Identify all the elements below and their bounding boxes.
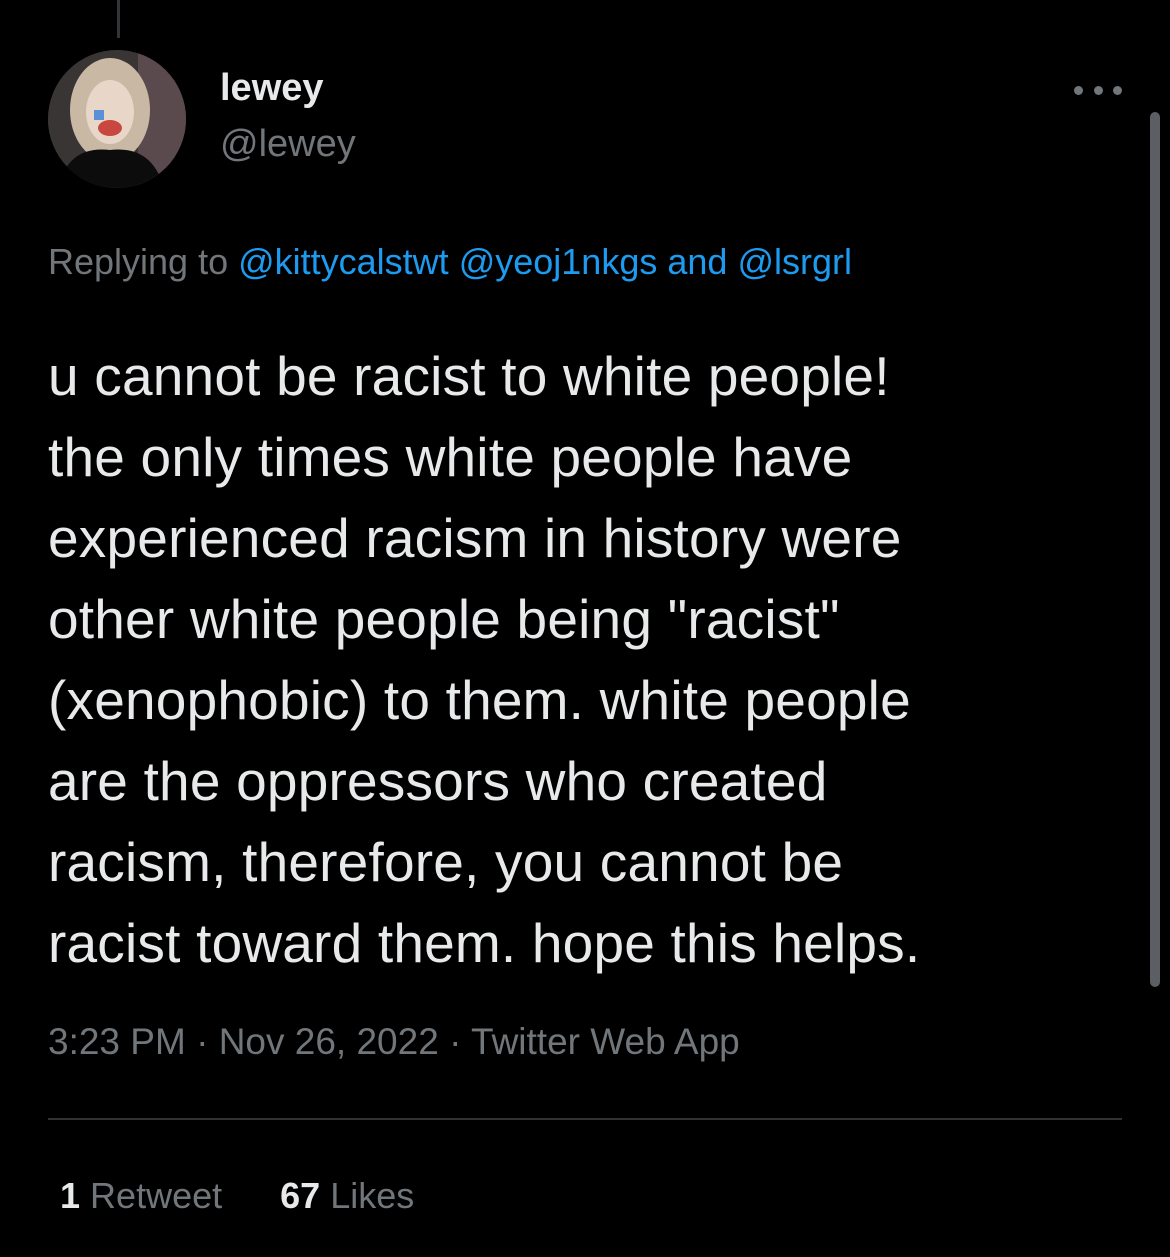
retweets-stat[interactable]: 1 Retweet [60,1172,222,1220]
meta-separator: · [438,1021,472,1062]
mention-link[interactable]: @kittycalstwt [238,241,449,282]
retweets-label: Retweet [90,1175,223,1216]
likes-label: Likes [330,1175,415,1216]
more-dot [1113,85,1122,95]
scrollbar[interactable] [1150,112,1160,987]
divider [48,1118,1122,1120]
tweet-time[interactable]: 3:23 PM [48,1021,186,1062]
tweet-source[interactable]: Twitter Web App [471,1021,740,1062]
mention-link[interactable]: @yeoj1nkgs [459,241,658,282]
tweet-date[interactable]: Nov 26, 2022 [219,1021,439,1062]
author-display-name[interactable]: lewey [220,66,324,110]
mention-joiner[interactable]: and [657,241,737,282]
replying-to-line: Replying to @kittycalstwt @yeoj1nkgs and… [48,238,852,286]
more-dot [1074,85,1083,95]
tweet-meta: 3:23 PM · Nov 26, 2022 · Twitter Web App [48,1018,740,1066]
retweets-count: 1 [60,1175,81,1216]
engagement-stats: 1 Retweet 67 Likes [60,1172,414,1220]
avatar[interactable] [48,50,186,188]
likes-count: 67 [280,1175,321,1216]
author-handle[interactable]: @lewey [220,122,356,166]
mention-link[interactable]: @lsrgrl [737,241,852,282]
tweet-text: u cannot be racist to white people! the … [48,345,921,974]
more-horizontal-icon[interactable] [1074,78,1122,102]
likes-stat[interactable]: 67 Likes [280,1172,414,1220]
replying-to-prefix: Replying to [48,241,239,282]
thread-connector-line [117,0,120,38]
meta-separator: · [185,1021,219,1062]
avatar-image [48,50,186,188]
more-dot [1093,85,1103,95]
